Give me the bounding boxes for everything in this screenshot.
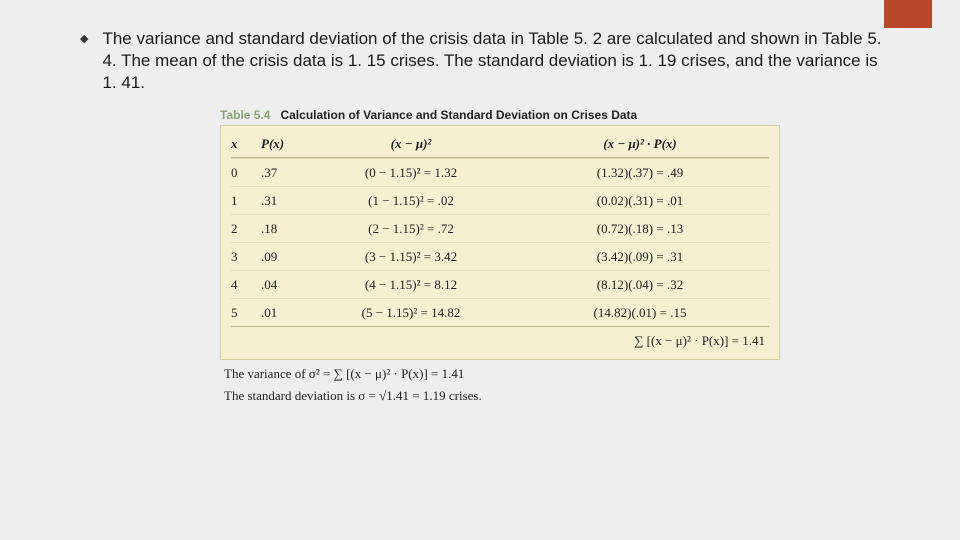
cell-prod: (1.32)(.37) = .49 xyxy=(511,165,769,181)
table-row: 0 .37 (0 − 1.15)² = 1.32 (1.32)(.37) = .… xyxy=(231,158,769,186)
cell-px: .04 xyxy=(261,277,311,293)
cell-x: 3 xyxy=(231,249,261,265)
accent-tab xyxy=(884,0,932,28)
table-figure: Table 5.4 Calculation of Variance and St… xyxy=(220,108,780,404)
cell-x: 1 xyxy=(231,193,261,209)
cell-prod: (0.72)(.18) = .13 xyxy=(511,221,769,237)
cell-sq: (1 − 1.15)² = .02 xyxy=(311,193,511,209)
cell-prod: (8.12)(.04) = .32 xyxy=(511,277,769,293)
variance-line: The variance of σ² = ∑ [(x − μ)² · P(x)]… xyxy=(224,366,780,382)
stddev-line: The standard deviation is σ = √1.41 = 1.… xyxy=(224,388,780,404)
col-header-x: x xyxy=(231,136,261,152)
cell-prod: (0.02)(.31) = .01 xyxy=(511,193,769,209)
table-sum-row: ∑ [(x − μ)² · P(x)] = 1.41 xyxy=(231,326,769,351)
table-row: 2 .18 (2 − 1.15)² = .72 (0.72)(.18) = .1… xyxy=(231,214,769,242)
cell-x: 4 xyxy=(231,277,261,293)
col-header-prod: (x − μ)² · P(x) xyxy=(511,136,769,152)
cell-px: .37 xyxy=(261,165,311,181)
cell-sq: (5 − 1.15)² = 14.82 xyxy=(311,305,511,321)
bullet-text: The variance and standard deviation of t… xyxy=(102,28,890,94)
cell-px: .31 xyxy=(261,193,311,209)
cell-px: .09 xyxy=(261,249,311,265)
table-caption: Table 5.4 Calculation of Variance and St… xyxy=(220,108,780,122)
calc-table: x P(x) (x − μ)² (x − μ)² · P(x) 0 .37 (0… xyxy=(220,125,780,360)
col-header-px: P(x) xyxy=(261,136,311,152)
cell-px: .18 xyxy=(261,221,311,237)
table-row: 3 .09 (3 − 1.15)² = 3.42 (3.42)(.09) = .… xyxy=(231,242,769,270)
bullet-item: ◆ The variance and standard deviation of… xyxy=(80,28,890,94)
cell-sq: (0 − 1.15)² = 1.32 xyxy=(311,165,511,181)
cell-x: 5 xyxy=(231,305,261,321)
cell-sq: (3 − 1.15)² = 3.42 xyxy=(311,249,511,265)
table-footer: The variance of σ² = ∑ [(x − μ)² · P(x)]… xyxy=(220,366,780,404)
diamond-bullet-icon: ◆ xyxy=(80,28,88,94)
table-label: Table 5.4 xyxy=(220,108,270,122)
cell-prod: (14.82)(.01) = .15 xyxy=(511,305,769,321)
table-row: 4 .04 (4 − 1.15)² = 8.12 (8.12)(.04) = .… xyxy=(231,270,769,298)
table-row: 5 .01 (5 − 1.15)² = 14.82 (14.82)(.01) =… xyxy=(231,298,769,326)
col-header-sq: (x − μ)² xyxy=(311,136,511,152)
cell-sq: (2 − 1.15)² = .72 xyxy=(311,221,511,237)
cell-x: 2 xyxy=(231,221,261,237)
cell-px: .01 xyxy=(261,305,311,321)
table-header-row: x P(x) (x − μ)² (x − μ)² · P(x) xyxy=(231,130,769,158)
cell-x: 0 xyxy=(231,165,261,181)
table-title: Calculation of Variance and Standard Dev… xyxy=(280,108,637,122)
table-row: 1 .31 (1 − 1.15)² = .02 (0.02)(.31) = .0… xyxy=(231,186,769,214)
cell-prod: (3.42)(.09) = .31 xyxy=(511,249,769,265)
slide-content: ◆ The variance and standard deviation of… xyxy=(0,0,960,404)
cell-sq: (4 − 1.15)² = 8.12 xyxy=(311,277,511,293)
